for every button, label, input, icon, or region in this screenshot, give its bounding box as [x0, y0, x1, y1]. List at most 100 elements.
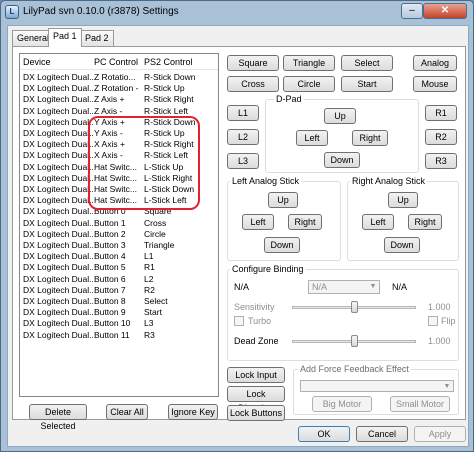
row-pc-control: Z Rotatio... — [94, 72, 136, 82]
delete-selected-button[interactable]: Delete Selected — [29, 404, 87, 431]
lock-direction-button[interactable]: Lock Direction — [227, 386, 285, 413]
dpad-up-button[interactable]: Up — [324, 108, 356, 124]
binding-row[interactable]: DX Logitech Dual... Button 9 Start — [20, 307, 218, 317]
sensitivity-slider[interactable] — [350, 301, 358, 313]
binding-row[interactable]: DX Logitech Dual... Z Rotation - R-Stick U… — [20, 83, 218, 93]
row-ps2-control: R-Stick Right — [144, 139, 194, 150]
square-button[interactable]: Square — [227, 55, 279, 71]
left-stick-right-button[interactable]: Right — [288, 214, 322, 230]
binding-row[interactable]: DX Logitech Dual... Button 6 L2 — [20, 274, 218, 284]
apply-button[interactable]: Apply — [414, 426, 466, 442]
row-ps2-control: R-Stick Up — [144, 128, 185, 138]
ok-button[interactable]: OK — [298, 426, 350, 442]
binding-row[interactable]: DX Logitech Dual... Button 1 Cross — [20, 218, 218, 228]
binding-row[interactable]: DX Logitech Dual... Button 7 R2 — [20, 285, 218, 295]
binding-row[interactable]: DX Logitech Dual... Y Axis + R-Stick Down — [20, 117, 218, 127]
analog-button[interactable]: Analog — [413, 55, 457, 71]
row-device: DX Logitech Dual... — [23, 139, 93, 150]
title-bar[interactable]: L LilyPad svn 0.10.0 (r3878) Settings – … — [1, 1, 473, 23]
l1-button[interactable]: L1 — [227, 105, 259, 121]
tab-pad-1[interactable]: Pad 1 — [48, 28, 82, 47]
lock-input-button[interactable]: Lock Input — [227, 367, 285, 383]
right-stick-right-button[interactable]: Right — [408, 214, 442, 230]
close-icon[interactable]: ✕ — [423, 3, 467, 19]
circle-button[interactable]: Circle — [283, 76, 335, 92]
binding-list[interactable]: Device PC Control PS2 Control DX Logitec… — [19, 53, 219, 397]
binding-row[interactable]: DX Logitech Dual... Hat Switc... L-Stick D… — [20, 184, 218, 194]
cancel-button[interactable]: Cancel — [356, 426, 408, 442]
left-stick-left-button[interactable]: Left — [242, 214, 274, 230]
small-motor-button[interactable]: Small Motor — [390, 396, 450, 412]
row-pc-control: Z Axis + — [94, 94, 125, 105]
binding-row[interactable]: DX Logitech Dual... Button 2 Circle — [20, 229, 218, 239]
row-device: DX Logitech Dual... — [23, 318, 93, 329]
binding-row[interactable]: DX Logitech Dual... X Axis + R-Stick Right — [20, 139, 218, 149]
l3-button[interactable]: L3 — [227, 153, 259, 169]
force-feedback-select[interactable]: ▼ — [300, 380, 454, 392]
binding-row[interactable]: DX Logitech Dual... Button 10 L3 — [20, 318, 218, 328]
tab-pad-2[interactable]: Pad 2 — [80, 30, 114, 46]
binding-row[interactable]: DX Logitech Dual... Z Axis - R-Stick Left — [20, 106, 218, 116]
flip-checkbox[interactable] — [428, 316, 438, 326]
cross-button[interactable]: Cross — [227, 76, 279, 92]
turbo-checkbox[interactable] — [234, 316, 244, 326]
binding-row[interactable]: DX Logitech Dual... Button 8 Select — [20, 296, 218, 306]
column-header-ps2-control[interactable]: PS2 Control — [144, 57, 193, 67]
binding-row[interactable]: DX Logitech Dual... Y Axis - R-Stick Up — [20, 128, 218, 138]
dpad-right-button[interactable]: Right — [352, 130, 388, 146]
ignore-key-button[interactable]: Ignore Key — [168, 404, 218, 420]
left-stick-down-button[interactable]: Down — [264, 237, 300, 253]
binding-row[interactable]: DX Logitech Dual... Hat Switc... L-Stick U… — [20, 162, 218, 172]
left-stick-group: Left Analog Stick Up Left Right Down — [227, 176, 341, 261]
binding-na-right: N/A — [392, 282, 408, 292]
binding-na-left: N/A — [234, 282, 250, 292]
dead-zone-label: Dead Zone — [234, 336, 279, 346]
binding-row[interactable]: DX Logitech Dual... Hat Switc... L-Stick R… — [20, 173, 218, 183]
binding-row[interactable]: DX Logitech Dual... X Axis - R-Stick Left — [20, 150, 218, 160]
binding-row[interactable]: DX Logitech Dual... Button 4 L1 — [20, 251, 218, 261]
binding-row[interactable]: DX Logitech Dual... Hat Switc... L-Stick L… — [20, 195, 218, 205]
big-motor-button[interactable]: Big Motor — [312, 396, 372, 412]
dpad-left-button[interactable]: Left — [296, 130, 328, 146]
row-pc-control: Button 5 — [94, 262, 126, 273]
mouse-button[interactable]: Mouse — [413, 76, 457, 92]
right-stick-down-button[interactable]: Down — [384, 237, 420, 253]
binding-type-select[interactable]: N/A ▼ — [308, 280, 380, 294]
binding-row[interactable]: DX Logitech Dual... Button 11 R3 — [20, 330, 218, 340]
binding-row[interactable]: DX Logitech Dual... Button 5 R1 — [20, 262, 218, 272]
force-feedback-label: Add Force Feedback Effect — [298, 364, 411, 374]
dpad-down-button[interactable]: Down — [324, 152, 360, 168]
clear-all-button[interactable]: Clear All — [106, 404, 148, 420]
row-pc-control: Button 3 — [94, 240, 126, 250]
select-button[interactable]: Select — [341, 55, 393, 71]
dead-zone-slider[interactable] — [350, 335, 358, 347]
r2-button[interactable]: R2 — [425, 129, 457, 145]
column-header-device[interactable]: Device — [23, 57, 51, 67]
right-stick-up-button[interactable]: Up — [388, 192, 418, 208]
right-stick-left-button[interactable]: Left — [362, 214, 394, 230]
row-pc-control: X Axis + — [94, 139, 125, 150]
binding-row[interactable]: DX Logitech Dual... Z Rotatio... R-Stick D… — [20, 72, 218, 82]
r1-button[interactable]: R1 — [425, 105, 457, 121]
triangle-button[interactable]: Triangle — [283, 55, 335, 71]
minimize-icon[interactable]: – — [401, 3, 423, 19]
row-ps2-control: R1 — [144, 262, 155, 273]
row-device: DX Logitech Dual... — [23, 161, 93, 172]
pad-1-panel: Device PC Control PS2 Control DX Logitec… — [12, 46, 466, 431]
r3-button[interactable]: R3 — [425, 153, 457, 169]
binding-row[interactable]: DX Logitech Dual... Z Axis + R-Stick Right — [20, 94, 218, 104]
row-device: DX Logitech Dual... — [23, 273, 93, 284]
row-device: DX Logitech Dual... — [23, 195, 93, 206]
left-stick-up-button[interactable]: Up — [268, 192, 298, 208]
lock-buttons-button[interactable]: Lock Buttons — [227, 405, 285, 421]
row-ps2-control: Triangle — [144, 240, 175, 250]
start-button[interactable]: Start — [341, 76, 393, 92]
row-ps2-control: L-Stick Down — [144, 184, 195, 194]
row-ps2-control: Start — [144, 307, 162, 318]
row-ps2-control: L-Stick Up — [144, 161, 184, 172]
binding-row[interactable]: DX Logitech Dual... Button 3 Triangle — [20, 240, 218, 250]
l2-button[interactable]: L2 — [227, 129, 259, 145]
binding-row[interactable]: DX Logitech Dual... Button 0 Square — [20, 206, 218, 216]
row-device: DX Logitech Dual... — [23, 150, 93, 161]
column-header-pc-control[interactable]: PC Control — [94, 57, 138, 67]
